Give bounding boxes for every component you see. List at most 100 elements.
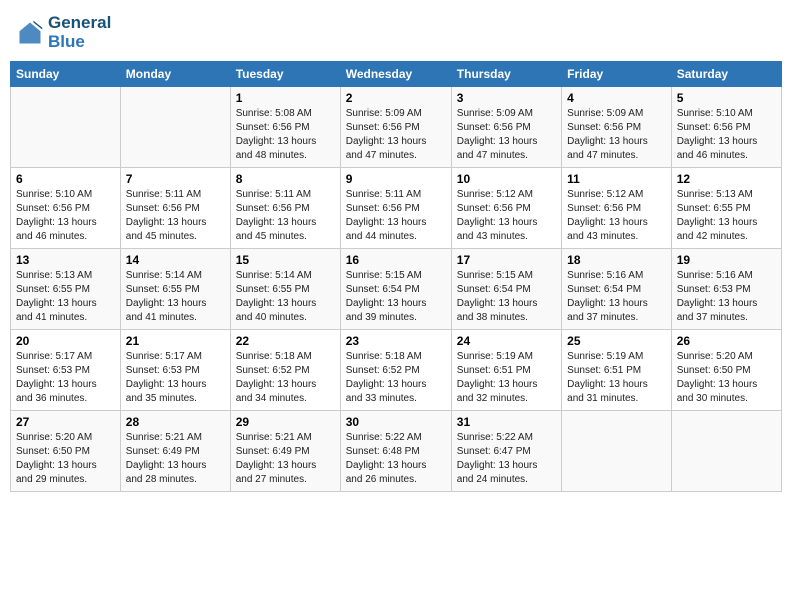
- calendar-cell: 7 Sunrise: 5:11 AMSunset: 6:56 PMDayligh…: [120, 168, 230, 249]
- calendar-week-5: 27 Sunrise: 5:20 AMSunset: 6:50 PMDaylig…: [11, 411, 782, 492]
- day-number: 28: [126, 415, 225, 429]
- calendar-cell: 28 Sunrise: 5:21 AMSunset: 6:49 PMDaylig…: [120, 411, 230, 492]
- day-info: Sunrise: 5:21 AMSunset: 6:49 PMDaylight:…: [236, 431, 335, 487]
- day-number: 11: [567, 172, 666, 186]
- calendar-cell: 9 Sunrise: 5:11 AMSunset: 6:56 PMDayligh…: [340, 168, 451, 249]
- day-number: 8: [236, 172, 335, 186]
- day-number: 25: [567, 334, 666, 348]
- day-info: Sunrise: 5:16 AMSunset: 6:53 PMDaylight:…: [677, 269, 776, 325]
- day-info: Sunrise: 5:21 AMSunset: 6:49 PMDaylight:…: [126, 431, 225, 487]
- day-number: 22: [236, 334, 335, 348]
- calendar-cell: [671, 411, 781, 492]
- calendar-cell: 22 Sunrise: 5:18 AMSunset: 6:52 PMDaylig…: [230, 330, 340, 411]
- day-info: Sunrise: 5:10 AMSunset: 6:56 PMDaylight:…: [16, 188, 115, 244]
- calendar-cell: 15 Sunrise: 5:14 AMSunset: 6:55 PMDaylig…: [230, 249, 340, 330]
- calendar-cell: 4 Sunrise: 5:09 AMSunset: 6:56 PMDayligh…: [562, 87, 672, 168]
- calendar-cell: 24 Sunrise: 5:19 AMSunset: 6:51 PMDaylig…: [451, 330, 561, 411]
- calendar-week-1: 1 Sunrise: 5:08 AMSunset: 6:56 PMDayligh…: [11, 87, 782, 168]
- calendar-cell: 13 Sunrise: 5:13 AMSunset: 6:55 PMDaylig…: [11, 249, 121, 330]
- day-info: Sunrise: 5:13 AMSunset: 6:55 PMDaylight:…: [677, 188, 776, 244]
- day-info: Sunrise: 5:12 AMSunset: 6:56 PMDaylight:…: [457, 188, 556, 244]
- day-info: Sunrise: 5:11 AMSunset: 6:56 PMDaylight:…: [126, 188, 225, 244]
- day-number: 14: [126, 253, 225, 267]
- day-number: 5: [677, 91, 776, 105]
- day-number: 9: [346, 172, 446, 186]
- calendar-cell: [562, 411, 672, 492]
- day-info: Sunrise: 5:10 AMSunset: 6:56 PMDaylight:…: [677, 107, 776, 163]
- calendar-cell: 11 Sunrise: 5:12 AMSunset: 6:56 PMDaylig…: [562, 168, 672, 249]
- logo-text: General Blue: [48, 14, 111, 51]
- calendar-cell: 19 Sunrise: 5:16 AMSunset: 6:53 PMDaylig…: [671, 249, 781, 330]
- day-number: 4: [567, 91, 666, 105]
- calendar-table: SundayMondayTuesdayWednesdayThursdayFrid…: [10, 61, 782, 492]
- day-number: 30: [346, 415, 446, 429]
- logo: General Blue: [16, 14, 111, 51]
- day-number: 2: [346, 91, 446, 105]
- day-info: Sunrise: 5:20 AMSunset: 6:50 PMDaylight:…: [16, 431, 115, 487]
- day-info: Sunrise: 5:17 AMSunset: 6:53 PMDaylight:…: [16, 350, 115, 406]
- day-number: 17: [457, 253, 556, 267]
- weekday-header-sunday: Sunday: [11, 62, 121, 87]
- day-number: 6: [16, 172, 115, 186]
- day-number: 16: [346, 253, 446, 267]
- day-info: Sunrise: 5:18 AMSunset: 6:52 PMDaylight:…: [236, 350, 335, 406]
- day-number: 20: [16, 334, 115, 348]
- calendar-cell: 20 Sunrise: 5:17 AMSunset: 6:53 PMDaylig…: [11, 330, 121, 411]
- weekday-header-row: SundayMondayTuesdayWednesdayThursdayFrid…: [11, 62, 782, 87]
- day-info: Sunrise: 5:20 AMSunset: 6:50 PMDaylight:…: [677, 350, 776, 406]
- day-number: 18: [567, 253, 666, 267]
- page-header: General Blue: [10, 10, 782, 55]
- day-info: Sunrise: 5:19 AMSunset: 6:51 PMDaylight:…: [567, 350, 666, 406]
- calendar-cell: 23 Sunrise: 5:18 AMSunset: 6:52 PMDaylig…: [340, 330, 451, 411]
- calendar-cell: 5 Sunrise: 5:10 AMSunset: 6:56 PMDayligh…: [671, 87, 781, 168]
- logo-icon: [16, 19, 44, 47]
- day-info: Sunrise: 5:13 AMSunset: 6:55 PMDaylight:…: [16, 269, 115, 325]
- weekday-header-saturday: Saturday: [671, 62, 781, 87]
- weekday-header-friday: Friday: [562, 62, 672, 87]
- day-info: Sunrise: 5:15 AMSunset: 6:54 PMDaylight:…: [457, 269, 556, 325]
- day-number: 13: [16, 253, 115, 267]
- day-number: 10: [457, 172, 556, 186]
- calendar-cell: 16 Sunrise: 5:15 AMSunset: 6:54 PMDaylig…: [340, 249, 451, 330]
- calendar-cell: 10 Sunrise: 5:12 AMSunset: 6:56 PMDaylig…: [451, 168, 561, 249]
- day-info: Sunrise: 5:22 AMSunset: 6:48 PMDaylight:…: [346, 431, 446, 487]
- calendar-cell: 26 Sunrise: 5:20 AMSunset: 6:50 PMDaylig…: [671, 330, 781, 411]
- calendar-cell: 17 Sunrise: 5:15 AMSunset: 6:54 PMDaylig…: [451, 249, 561, 330]
- day-info: Sunrise: 5:14 AMSunset: 6:55 PMDaylight:…: [126, 269, 225, 325]
- day-info: Sunrise: 5:09 AMSunset: 6:56 PMDaylight:…: [457, 107, 556, 163]
- calendar-cell: [120, 87, 230, 168]
- day-number: 15: [236, 253, 335, 267]
- day-number: 27: [16, 415, 115, 429]
- day-number: 29: [236, 415, 335, 429]
- day-number: 21: [126, 334, 225, 348]
- calendar-week-2: 6 Sunrise: 5:10 AMSunset: 6:56 PMDayligh…: [11, 168, 782, 249]
- day-info: Sunrise: 5:11 AMSunset: 6:56 PMDaylight:…: [236, 188, 335, 244]
- day-info: Sunrise: 5:16 AMSunset: 6:54 PMDaylight:…: [567, 269, 666, 325]
- day-number: 31: [457, 415, 556, 429]
- calendar-cell: 25 Sunrise: 5:19 AMSunset: 6:51 PMDaylig…: [562, 330, 672, 411]
- weekday-header-monday: Monday: [120, 62, 230, 87]
- calendar-cell: 12 Sunrise: 5:13 AMSunset: 6:55 PMDaylig…: [671, 168, 781, 249]
- day-info: Sunrise: 5:09 AMSunset: 6:56 PMDaylight:…: [567, 107, 666, 163]
- day-info: Sunrise: 5:14 AMSunset: 6:55 PMDaylight:…: [236, 269, 335, 325]
- day-info: Sunrise: 5:12 AMSunset: 6:56 PMDaylight:…: [567, 188, 666, 244]
- day-number: 24: [457, 334, 556, 348]
- calendar-cell: 27 Sunrise: 5:20 AMSunset: 6:50 PMDaylig…: [11, 411, 121, 492]
- calendar-cell: 14 Sunrise: 5:14 AMSunset: 6:55 PMDaylig…: [120, 249, 230, 330]
- day-number: 12: [677, 172, 776, 186]
- day-info: Sunrise: 5:22 AMSunset: 6:47 PMDaylight:…: [457, 431, 556, 487]
- calendar-cell: 3 Sunrise: 5:09 AMSunset: 6:56 PMDayligh…: [451, 87, 561, 168]
- weekday-header-thursday: Thursday: [451, 62, 561, 87]
- day-number: 23: [346, 334, 446, 348]
- weekday-header-tuesday: Tuesday: [230, 62, 340, 87]
- day-number: 19: [677, 253, 776, 267]
- calendar-cell: 30 Sunrise: 5:22 AMSunset: 6:48 PMDaylig…: [340, 411, 451, 492]
- calendar-cell: 31 Sunrise: 5:22 AMSunset: 6:47 PMDaylig…: [451, 411, 561, 492]
- day-number: 1: [236, 91, 335, 105]
- calendar-cell: 6 Sunrise: 5:10 AMSunset: 6:56 PMDayligh…: [11, 168, 121, 249]
- day-info: Sunrise: 5:18 AMSunset: 6:52 PMDaylight:…: [346, 350, 446, 406]
- day-number: 3: [457, 91, 556, 105]
- calendar-cell: [11, 87, 121, 168]
- calendar-week-3: 13 Sunrise: 5:13 AMSunset: 6:55 PMDaylig…: [11, 249, 782, 330]
- day-info: Sunrise: 5:19 AMSunset: 6:51 PMDaylight:…: [457, 350, 556, 406]
